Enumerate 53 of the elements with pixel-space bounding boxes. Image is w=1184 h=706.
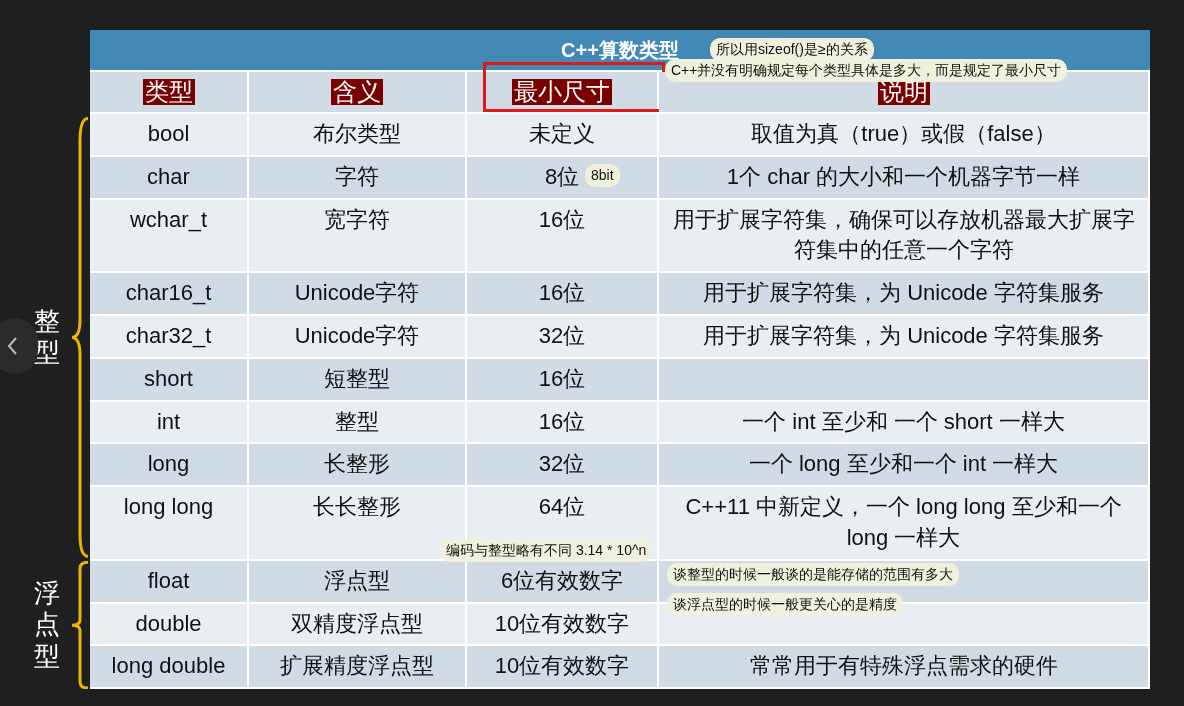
table-cell: 字符 [249, 156, 467, 200]
table-cell: 10位有效数字 [467, 603, 659, 647]
table-cell: 16位 [467, 358, 659, 402]
table-cell: 布尔类型 [249, 114, 467, 157]
table-cell: float [90, 560, 249, 604]
table-cell: char16_t [90, 273, 249, 316]
table-cell: long double [90, 646, 249, 690]
table-cell: char [90, 156, 249, 200]
column-header: 含义 [331, 78, 383, 106]
table-cell: char32_t [90, 316, 249, 359]
table-cell: C++11 中新定义，一个 long long 至少和一个 long 一样大 [659, 487, 1150, 561]
table-cell: 未定义 [467, 114, 659, 157]
table-cell: short [90, 358, 249, 402]
table-cell: wchar_t [90, 199, 249, 274]
table-cell: bool [90, 114, 249, 157]
table-cell: 一个 int 至少和 一个 short 一样大 [659, 401, 1150, 445]
annotation-note: 谈整型的时候一般谈的是能存储的范围有多大 [667, 563, 959, 586]
table-cell: 一个 long 至少和一个 int 一样大 [659, 444, 1150, 488]
table-cell: int [90, 401, 249, 445]
table-cell: 双精度浮点型 [249, 603, 467, 647]
table-cell: Unicode字符 [249, 316, 467, 359]
table-cell: double [90, 603, 249, 647]
column-header: 最小尺寸 [512, 78, 612, 106]
table-cell: 整型 [249, 401, 467, 445]
annotation-note: C++并没有明确规定每个类型具体是多大，而是规定了最小尺寸 [665, 59, 1068, 82]
column-header: 类型 [142, 78, 195, 106]
table-cell: long long [90, 487, 249, 561]
annotation-note: 8bit [585, 164, 620, 187]
table-cell: 16位 [467, 273, 659, 316]
table-cell: 用于扩展字符集，确保可以存放机器最大扩展字符集中的任意一个字符 [659, 199, 1150, 274]
table-cell: Unicode字符 [249, 273, 467, 316]
table-cell: 用于扩展字符集，为 Unicode 字符集服务 [659, 316, 1150, 359]
table-cell: 用于扩展字符集，为 Unicode 字符集服务 [659, 273, 1150, 316]
table-cell: 16位 [467, 199, 659, 274]
annotation-note: 编码与整型略有不同 3.14 * 10^n [440, 539, 653, 562]
table-cell: 扩展精度浮点型 [249, 646, 467, 690]
table-cell: 16位 [467, 401, 659, 445]
table-cell: 长整形 [249, 444, 467, 488]
annotation-note: 谈浮点型的时候一般更关心的是精度 [667, 593, 903, 616]
table-cell: 10位有效数字 [467, 646, 659, 690]
annotation-note: 所以用sizeof()是≥的关系 [710, 38, 874, 61]
table-cell: 1个 char 的大小和一个机器字节一样 [659, 156, 1150, 200]
table-cell: 常常用于有特殊浮点需求的硬件 [659, 646, 1150, 690]
table-cell: 短整型 [249, 358, 467, 402]
table-cell: 宽字符 [249, 199, 467, 274]
group-label: 整型 [34, 306, 60, 369]
table-cell: 浮点型 [249, 560, 467, 604]
group-label: 浮点型 [34, 578, 60, 672]
table-cell: long [90, 444, 249, 488]
table-cell: 32位 [467, 444, 659, 488]
table-cell: 6位有效数字 [467, 560, 659, 604]
table-cell: 取值为真（true）或假（false） [659, 114, 1150, 157]
table-cell: 32位 [467, 316, 659, 359]
